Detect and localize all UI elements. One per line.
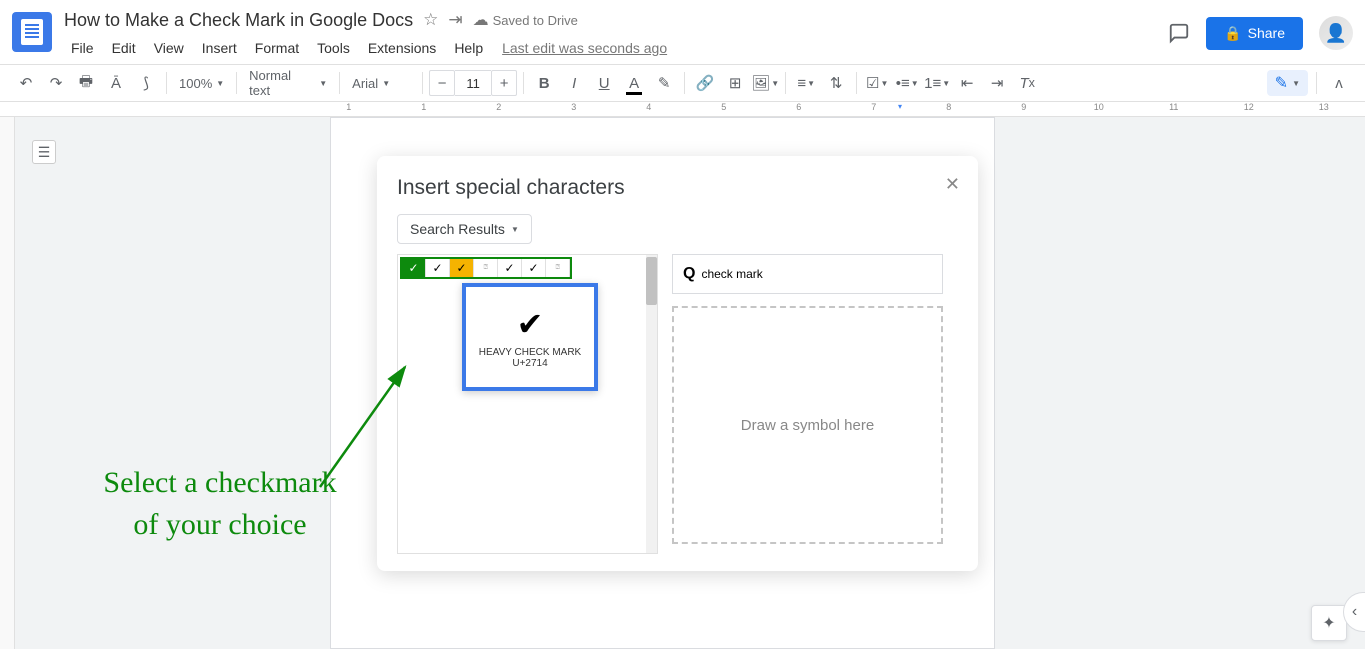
checklist-button[interactable]: ☑▼ xyxy=(863,69,891,97)
document-page[interactable]: Insert special characters ✕ Search Resul… xyxy=(330,117,995,649)
character-tooltip: ✔ HEAVY CHECK MARK U+2714 xyxy=(462,283,598,391)
align-button[interactable]: ≡▼ xyxy=(792,69,820,97)
horizontal-ruler: 1123456789101112131415 ▾ xyxy=(0,102,1365,117)
text-color-button[interactable]: A xyxy=(620,69,648,97)
font-size-input[interactable] xyxy=(455,70,491,96)
close-icon[interactable]: ✕ xyxy=(945,174,960,195)
pencil-icon: ✎ xyxy=(1275,73,1288,93)
indent-marker[interactable]: ▾ xyxy=(898,102,902,111)
menu-extensions[interactable]: Extensions xyxy=(361,36,443,60)
character-chip[interactable]: ⍰ xyxy=(474,259,498,277)
character-chip[interactable]: ✓ xyxy=(450,259,474,277)
star-icon[interactable]: ☆ xyxy=(423,10,438,30)
special-characters-dialog: Insert special characters ✕ Search Resul… xyxy=(377,156,978,571)
underline-button[interactable]: U xyxy=(590,69,618,97)
search-icon: Q xyxy=(683,265,695,283)
toolbar: ↶ ↷ 🖶 Ā ⟆ 100%▼ Normal text▼ Arial▼ − + … xyxy=(0,64,1365,102)
decrease-indent-button[interactable]: ⇤ xyxy=(953,69,981,97)
line-spacing-button[interactable]: ⇅ xyxy=(822,69,850,97)
editing-mode-button[interactable]: ✎ ▼ xyxy=(1267,70,1308,96)
dialog-title: Insert special characters xyxy=(397,176,958,200)
document-title[interactable]: How to Make a Check Mark in Google Docs xyxy=(64,10,413,31)
character-row-highlight: ✓✓✓⍰✓✓⍰ xyxy=(400,257,572,279)
character-chip[interactable]: ⍰ xyxy=(546,259,570,277)
share-button[interactable]: 🔒 Share xyxy=(1206,17,1303,50)
search-input[interactable] xyxy=(701,267,932,281)
menu-view[interactable]: View xyxy=(147,36,191,60)
menu-file[interactable]: File xyxy=(64,36,101,60)
paint-format-button[interactable]: ⟆ xyxy=(132,69,160,97)
draw-area[interactable]: Draw a symbol here xyxy=(672,306,943,544)
menu-insert[interactable]: Insert xyxy=(195,36,244,60)
spellcheck-button[interactable]: Ā xyxy=(102,69,130,97)
font-size-decrease[interactable]: − xyxy=(429,70,455,96)
menu-bar: File Edit View Insert Format Tools Exten… xyxy=(64,36,1168,60)
comments-icon[interactable] xyxy=(1168,22,1190,44)
increase-indent-button[interactable]: ⇥ xyxy=(983,69,1011,97)
grid-scrollbar[interactable] xyxy=(646,255,657,553)
undo-button[interactable]: ↶ xyxy=(12,69,40,97)
save-status[interactable]: ☁ Saved to Drive xyxy=(473,10,578,30)
docs-logo[interactable] xyxy=(12,12,52,52)
bold-button[interactable]: B xyxy=(530,69,558,97)
clear-formatting-button[interactable]: Tx xyxy=(1013,69,1041,97)
category-dropdown[interactable]: Search Results ▼ xyxy=(397,214,532,244)
highlight-button[interactable]: ✎ xyxy=(650,69,678,97)
last-edit-link[interactable]: Last edit was seconds ago xyxy=(502,40,667,56)
insert-image-button[interactable]: 🖼▼ xyxy=(751,69,779,97)
lock-icon: 🔒 xyxy=(1224,25,1241,42)
tooltip-glyph: ✔ xyxy=(517,305,544,343)
numbered-list-button[interactable]: 1≡▼ xyxy=(923,69,951,97)
add-comment-button[interactable]: ⊞ xyxy=(721,69,749,97)
font-size-increase[interactable]: + xyxy=(491,70,517,96)
draw-placeholder: Draw a symbol here xyxy=(741,417,874,434)
character-chip[interactable]: ✓ xyxy=(402,259,426,277)
font-dropdown[interactable]: Arial▼ xyxy=(346,69,416,97)
docs-logo-icon xyxy=(21,19,43,45)
character-chip[interactable]: ✓ xyxy=(426,259,450,277)
tooltip-code: U+2714 xyxy=(512,358,547,369)
user-avatar[interactable]: 👤 xyxy=(1319,16,1353,50)
insert-link-button[interactable]: 🔗 xyxy=(691,69,719,97)
zoom-dropdown[interactable]: 100%▼ xyxy=(173,69,230,97)
italic-button[interactable]: I xyxy=(560,69,588,97)
explore-button[interactable]: ✦ xyxy=(1311,605,1347,641)
search-box[interactable]: Q xyxy=(672,254,943,294)
character-grid[interactable]: ✓✓✓⍰✓✓⍰ ✔ HEAVY CHECK MARK U+2714 xyxy=(397,254,658,554)
cloud-icon: ☁ xyxy=(473,10,489,30)
menu-help[interactable]: Help xyxy=(447,36,490,60)
save-status-text: Saved to Drive xyxy=(493,13,578,28)
menu-tools[interactable]: Tools xyxy=(310,36,357,60)
collapse-toolbar-button[interactable]: ʌ xyxy=(1325,69,1353,97)
character-chip[interactable]: ✓ xyxy=(498,259,522,277)
tooltip-name: HEAVY CHECK MARK xyxy=(479,347,581,358)
share-label: Share xyxy=(1248,25,1285,41)
bulleted-list-button[interactable]: •≡▼ xyxy=(893,69,921,97)
redo-button[interactable]: ↷ xyxy=(42,69,70,97)
menu-edit[interactable]: Edit xyxy=(105,36,143,60)
annotation-text: Select a checkmark of your choice xyxy=(100,462,340,546)
outline-toggle[interactable]: ☰ xyxy=(32,140,56,164)
character-chip[interactable]: ✓ xyxy=(522,259,546,277)
vertical-ruler xyxy=(0,102,15,649)
style-dropdown[interactable]: Normal text▼ xyxy=(243,69,333,97)
menu-format[interactable]: Format xyxy=(248,36,306,60)
move-icon[interactable]: ⇥ xyxy=(448,10,462,30)
print-button[interactable]: 🖶 xyxy=(72,69,100,97)
